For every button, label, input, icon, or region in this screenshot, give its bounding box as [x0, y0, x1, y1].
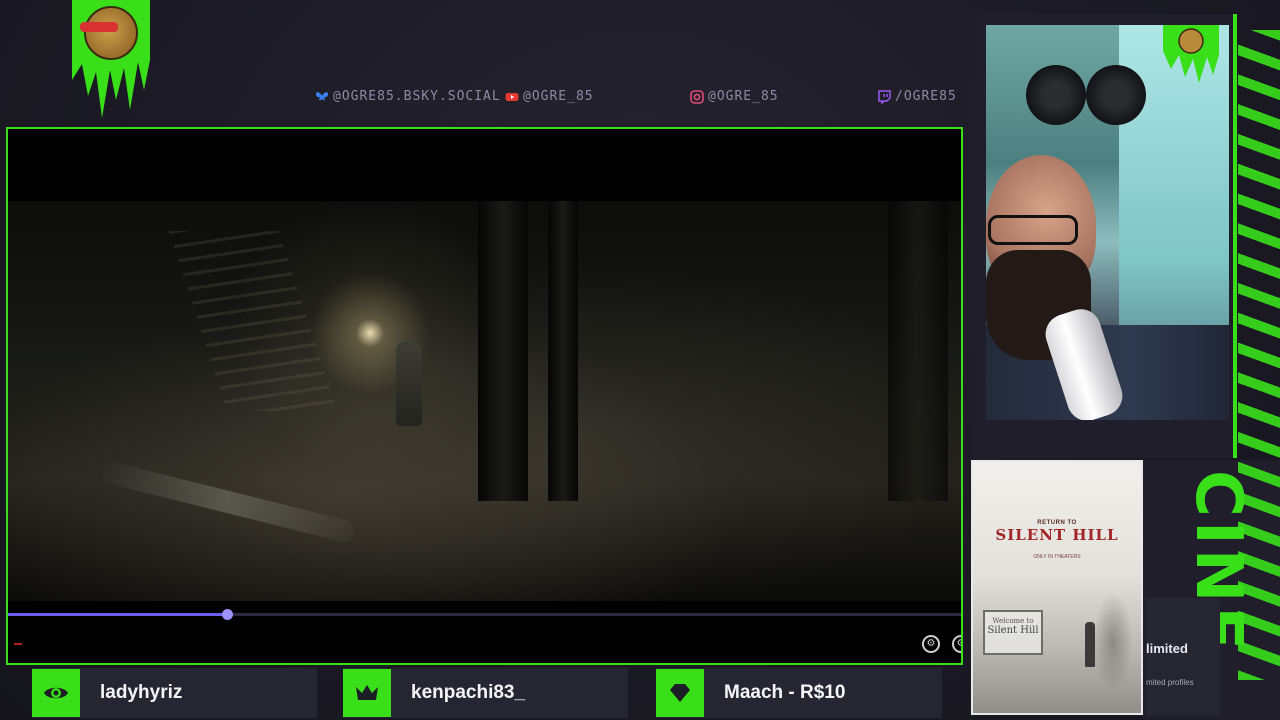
recent-events-bar: ladyhyriz kenpachi83_ Maach - R$10 [32, 668, 942, 718]
youtube-icon [505, 92, 519, 101]
tree-trunk [888, 201, 948, 501]
ogre-mascot-icon [84, 6, 138, 60]
social-youtube[interactable]: @OGRE_85 [505, 89, 594, 104]
tree-trunk [548, 201, 578, 501]
game-scene [8, 201, 961, 601]
alert-icon-box [32, 669, 80, 717]
stairs [168, 231, 338, 411]
social-bluesky[interactable]: @OGRE85.BSKY.SOCIAL [315, 89, 501, 104]
sign-line-2: Silent Hill [987, 625, 1039, 636]
light-beam [99, 459, 357, 545]
fan [1086, 65, 1146, 125]
subscriber-name: kenpachi83_ [411, 682, 526, 703]
timeline-marker [14, 643, 22, 645]
player-character [396, 341, 422, 426]
alert-icon-box [343, 669, 391, 717]
social-handle: /OGRE85 [895, 89, 957, 104]
social-twitch[interactable]: /OGRE85 [877, 89, 957, 104]
video-progress-bar[interactable] [8, 609, 961, 620]
mascot-mask [80, 22, 118, 32]
alert-icon-box [656, 669, 704, 717]
walking-figure [1085, 622, 1095, 667]
eye-icon [44, 687, 68, 699]
movie-poster: RETURN TO SILENT HILL ONLY IN THEATERS W… [971, 460, 1143, 715]
donation-text: Maach - R$10 [724, 682, 846, 703]
social-handle: @OGRE_85 [523, 89, 594, 104]
fullscreen-icon[interactable]: ⚙ [952, 635, 961, 653]
progress-fill [8, 613, 228, 616]
limited-label: limited [1146, 641, 1188, 656]
fan [1026, 65, 1086, 125]
mini-logo-icon [1163, 25, 1219, 83]
channel-logo [72, 0, 150, 118]
limited-sublabel: mited profiles [1146, 678, 1194, 687]
crown-icon [356, 685, 378, 700]
fog-tree [1093, 592, 1133, 692]
social-handle: @OGRE85.BSKY.SOCIAL [333, 89, 501, 104]
social-instagram[interactable]: @OGRE_85 [690, 89, 779, 104]
twitch-icon [878, 89, 891, 104]
tree-trunk [478, 201, 528, 501]
sign-line-1: Welcome to [992, 617, 1034, 625]
instagram-icon [690, 89, 704, 104]
butterfly-icon [316, 91, 328, 100]
social-links-bar: @OGRE85.BSKY.SOCIAL @OGRE_85 @OGRE_85 /O… [315, 89, 963, 109]
stream-overlay: @OGRE85.BSKY.SOCIAL @OGRE_85 @OGRE_85 /O… [0, 0, 1280, 720]
diamond-icon [670, 684, 690, 702]
poster-title: SILENT HILL [995, 526, 1119, 544]
streamer-glasses [988, 215, 1078, 245]
welcome-sign: Welcome to Silent Hill [983, 610, 1043, 655]
follower-name: ladyhyriz [100, 682, 183, 703]
webcam-feed [986, 25, 1229, 420]
latest-donation: Maach - R$10 [656, 668, 942, 718]
latest-follower: ladyhyriz [32, 668, 317, 718]
latest-subscriber: kenpachi83_ [343, 668, 628, 718]
limited-card [1146, 598, 1220, 716]
game-capture-frame: ⚙ ⚙ [6, 127, 963, 665]
progress-knob[interactable] [222, 609, 234, 620]
social-handle: @OGRE_85 [708, 89, 779, 104]
settings-icon[interactable]: ⚙ [922, 635, 940, 653]
poster-tagline: ONLY IN THEATERS [1033, 554, 1081, 560]
